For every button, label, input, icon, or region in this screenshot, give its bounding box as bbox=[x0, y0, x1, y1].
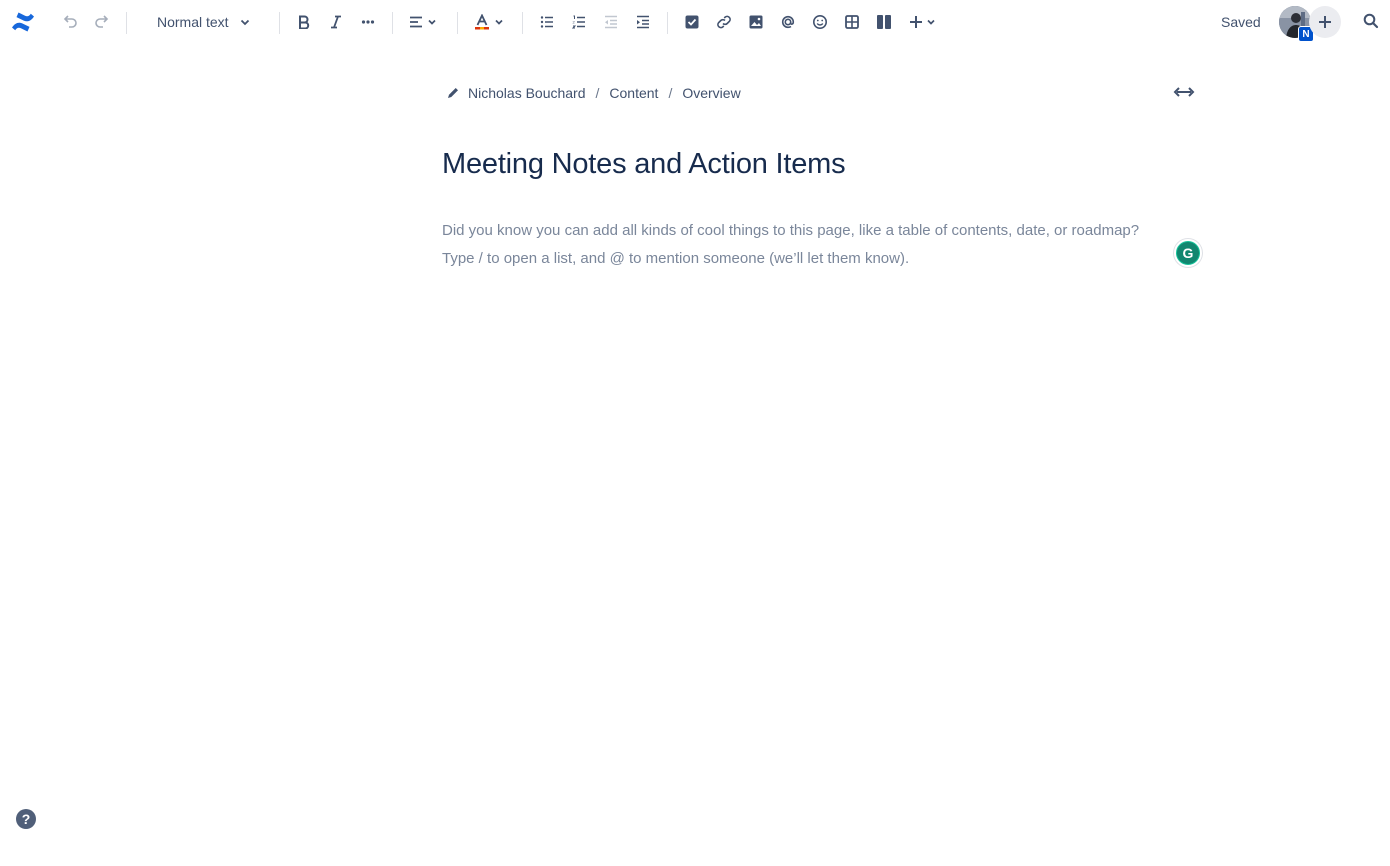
toolbar-divider bbox=[522, 12, 523, 34]
breadcrumb: Nicholas Bouchard / Content / Overview bbox=[446, 84, 741, 102]
chevron-down-icon bbox=[495, 19, 503, 25]
text-style-dropdown[interactable]: Normal text bbox=[148, 6, 260, 38]
chevron-down-icon bbox=[428, 19, 436, 25]
toolbar-divider bbox=[392, 12, 393, 34]
search-icon[interactable] bbox=[1362, 12, 1380, 35]
plus-icon bbox=[1319, 16, 1331, 28]
alignment-dropdown[interactable] bbox=[404, 6, 442, 38]
toolbar-divider bbox=[279, 12, 280, 34]
redo-icon[interactable] bbox=[90, 6, 114, 38]
page-title[interactable]: Meeting Notes and Action Items bbox=[442, 148, 846, 181]
more-formatting-icon[interactable] bbox=[356, 6, 380, 38]
toolbar-divider bbox=[126, 12, 127, 34]
editor-placeholder[interactable]: Did you know you can add all kinds of co… bbox=[442, 217, 1202, 273]
toolbar-divider bbox=[667, 12, 668, 34]
toolbar-divider bbox=[457, 12, 458, 34]
image-icon[interactable] bbox=[744, 6, 768, 38]
chevron-down-icon bbox=[926, 19, 935, 25]
layouts-icon[interactable] bbox=[872, 6, 896, 38]
bold-icon[interactable] bbox=[292, 6, 316, 38]
indent-icon[interactable] bbox=[631, 6, 655, 38]
outdent-icon[interactable] bbox=[599, 6, 623, 38]
confluence-logo-icon[interactable] bbox=[10, 9, 36, 35]
save-status: Saved bbox=[1221, 14, 1261, 30]
breadcrumb-item-space[interactable]: Nicholas Bouchard bbox=[468, 85, 586, 101]
text-color-dropdown[interactable] bbox=[470, 6, 508, 38]
breadcrumb-item-overview[interactable]: Overview bbox=[682, 85, 740, 101]
action-item-icon[interactable] bbox=[680, 6, 704, 38]
invite-button[interactable] bbox=[1309, 6, 1341, 38]
svg-text:2: 2 bbox=[573, 20, 576, 25]
placeholder-line: Type / to open a list, and @ to mention … bbox=[442, 250, 910, 267]
breadcrumb-item-content[interactable]: Content bbox=[609, 85, 658, 101]
editor-toolbar: Normal text 2 Saved N bbox=[0, 0, 1390, 44]
numbered-list-icon[interactable]: 2 bbox=[567, 6, 591, 38]
breadcrumb-separator: / bbox=[595, 85, 600, 101]
help-icon[interactable]: ? bbox=[16, 809, 36, 829]
grammarly-icon[interactable]: G bbox=[1174, 239, 1202, 267]
pencil-icon bbox=[446, 86, 460, 100]
align-left-icon bbox=[410, 16, 422, 28]
page-width-toggle-icon[interactable] bbox=[1172, 83, 1196, 106]
chevron-down-icon bbox=[240, 19, 249, 26]
emoji-icon[interactable] bbox=[808, 6, 832, 38]
insert-dropdown[interactable] bbox=[904, 6, 940, 38]
text-color-icon bbox=[475, 14, 489, 30]
breadcrumb-separator: / bbox=[668, 85, 673, 101]
bullet-list-icon[interactable] bbox=[535, 6, 559, 38]
mention-icon[interactable] bbox=[776, 6, 800, 38]
plus-icon bbox=[909, 16, 922, 28]
italic-icon[interactable] bbox=[324, 6, 348, 38]
table-icon[interactable] bbox=[840, 6, 864, 38]
placeholder-line: Did you know you can add all kinds of co… bbox=[442, 222, 1140, 239]
link-icon[interactable] bbox=[712, 6, 736, 38]
undo-icon[interactable] bbox=[58, 6, 82, 38]
text-style-label: Normal text bbox=[157, 14, 229, 30]
